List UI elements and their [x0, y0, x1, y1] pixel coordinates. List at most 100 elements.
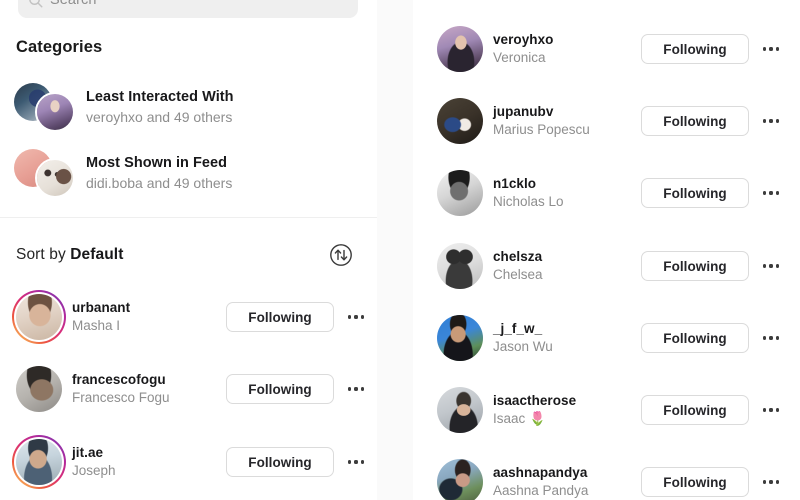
fullname: Aashna Pandya [493, 483, 589, 498]
user-text: francescofogu Francesco Fogu [72, 371, 170, 407]
avatar[interactable] [433, 166, 487, 220]
section-divider [0, 217, 377, 218]
category-subtitle: veroyhxo and 49 others [86, 108, 233, 125]
following-button[interactable]: Following [641, 467, 749, 497]
user-text: chelsza Chelsea [493, 248, 543, 284]
avatar-image [15, 438, 63, 486]
search-icon [28, 0, 43, 8]
more-options-icon[interactable] [758, 34, 784, 64]
list-item[interactable]: chelsza Chelsea Following [413, 237, 800, 295]
avatar-image [437, 243, 483, 289]
category-thumbnail-stack [14, 80, 82, 134]
search-placeholder: Search [50, 0, 97, 8]
user-text: n1cklo Nicholas Lo [493, 175, 564, 211]
more-options-icon[interactable] [343, 374, 369, 404]
category-row-least-interacted[interactable]: Least Interacted With veroyhxo and 49 ot… [0, 78, 377, 136]
following-button[interactable]: Following [641, 323, 749, 353]
more-options-icon[interactable] [758, 323, 784, 353]
avatar-image [437, 170, 483, 216]
username[interactable]: isaactherose [493, 392, 576, 409]
more-options-icon[interactable] [343, 447, 369, 477]
fullname: Nicholas Lo [493, 194, 564, 209]
category-thumb-front [35, 92, 75, 132]
more-options-icon[interactable] [758, 467, 784, 497]
user-text: aashnapandya Aashna Pandya [493, 464, 588, 500]
username[interactable]: n1cklo [493, 175, 564, 192]
avatar[interactable] [433, 239, 487, 293]
fullname: Veronica [493, 50, 546, 65]
username[interactable]: urbanant [72, 299, 130, 316]
following-button[interactable]: Following [641, 178, 749, 208]
avatar[interactable] [433, 94, 487, 148]
following-button[interactable]: Following [641, 251, 749, 281]
avatar[interactable] [433, 383, 487, 437]
fullname: Jason Wu [493, 339, 553, 354]
user-text: jupanubv Marius Popescu [493, 103, 590, 139]
sort-label[interactable]: Sort by Default [16, 246, 123, 264]
avatar-image [437, 315, 483, 361]
instagram-following-screen: Search Categories Least Interacted With … [0, 0, 800, 500]
fullname: Francesco Fogu [72, 390, 170, 405]
list-item[interactable]: aashnapandya Aashna Pandya Following [413, 453, 800, 500]
category-label: Most Shown in Feed [86, 154, 228, 171]
list-item[interactable]: urbanant Masha I Following [0, 288, 377, 346]
list-item[interactable]: francescofogu Francesco Fogu Following [0, 360, 377, 418]
story-ring [12, 290, 66, 344]
fullname: Chelsea [493, 267, 543, 282]
user-text: _j_f_w_ Jason Wu [493, 320, 553, 356]
avatar-image [16, 366, 62, 412]
category-thumbnail-stack [14, 146, 82, 200]
user-text: veroyhxo Veronica [493, 31, 553, 67]
avatar[interactable] [12, 290, 66, 344]
avatar[interactable] [433, 22, 487, 76]
following-button[interactable]: Following [641, 106, 749, 136]
search-field[interactable]: Search [18, 0, 358, 18]
avatar-image [437, 387, 483, 433]
right-panel: veroyhxo Veronica Following jupanubv Mar… [413, 0, 800, 500]
user-text: urbanant Masha I [72, 299, 130, 335]
fullname: Marius Popescu [493, 122, 590, 137]
category-subtitle: didi.boba and 49 others [86, 174, 233, 191]
category-row-most-shown[interactable]: Most Shown in Feed didi.boba and 49 othe… [0, 144, 377, 202]
list-item[interactable]: jit.ae Joseph Following [0, 433, 377, 491]
list-item[interactable]: jupanubv Marius Popescu Following [413, 92, 800, 150]
more-options-icon[interactable] [758, 178, 784, 208]
more-options-icon[interactable] [758, 251, 784, 281]
left-panel: Search Categories Least Interacted With … [0, 0, 377, 500]
list-item[interactable]: _j_f_w_ Jason Wu Following [413, 309, 800, 367]
list-item[interactable]: isaactherose Isaac 🌷 Following [413, 381, 800, 439]
user-text: jit.ae Joseph [72, 444, 116, 480]
list-item[interactable]: veroyhxo Veronica Following [413, 20, 800, 78]
categories-heading: Categories [16, 38, 103, 56]
username[interactable]: jit.ae [72, 444, 116, 461]
avatar-image [437, 459, 483, 500]
username[interactable]: _j_f_w_ [493, 320, 553, 337]
username[interactable]: aashnapandya [493, 464, 588, 481]
username[interactable]: veroyhxo [493, 31, 553, 48]
more-options-icon[interactable] [343, 302, 369, 332]
username[interactable]: chelsza [493, 248, 543, 265]
avatar[interactable] [12, 362, 66, 416]
following-button[interactable]: Following [226, 374, 334, 404]
category-thumb-front [35, 158, 75, 198]
following-button[interactable]: Following [641, 395, 749, 425]
following-button[interactable]: Following [226, 447, 334, 477]
avatar[interactable] [433, 311, 487, 365]
fullname: Joseph [72, 463, 116, 478]
avatar[interactable] [433, 455, 487, 500]
more-options-icon[interactable] [758, 395, 784, 425]
following-button[interactable]: Following [641, 34, 749, 64]
username[interactable]: francescofogu [72, 371, 170, 388]
sort-prefix: Sort by [16, 246, 71, 263]
list-item[interactable]: n1cklo Nicholas Lo Following [413, 164, 800, 222]
story-ring [12, 435, 66, 489]
following-button[interactable]: Following [226, 302, 334, 332]
username[interactable]: jupanubv [493, 103, 590, 120]
avatar[interactable] [12, 435, 66, 489]
sort-arrows-icon[interactable] [329, 243, 353, 267]
more-options-icon[interactable] [758, 106, 784, 136]
fullname: Isaac 🌷 [493, 411, 546, 426]
avatar-image [15, 293, 63, 341]
avatar-image [437, 26, 483, 72]
avatar-image [437, 98, 483, 144]
